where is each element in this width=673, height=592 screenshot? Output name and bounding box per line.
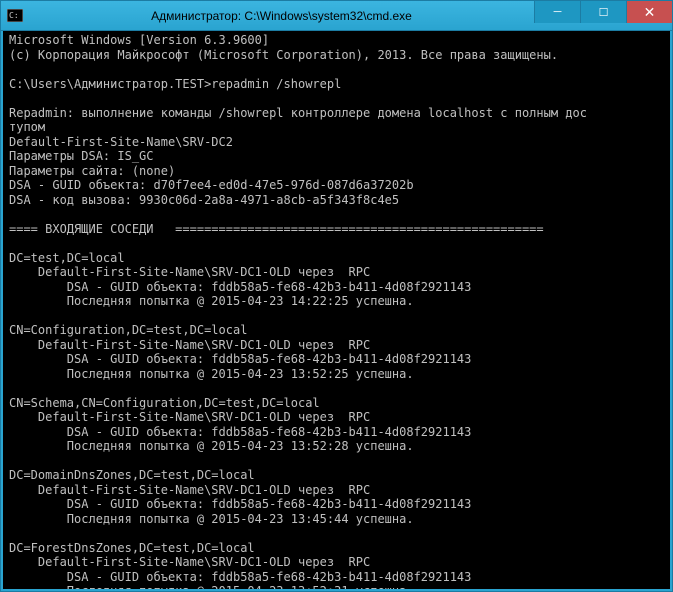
window-controls: ─ ☐ ✕ [534, 1, 672, 23]
close-button[interactable]: ✕ [626, 1, 672, 23]
console-output[interactable]: Microsoft Windows [Version 6.3.9600] (c)… [1, 31, 672, 591]
cmd-icon: C: [1, 9, 29, 22]
maximize-button[interactable]: ☐ [580, 1, 626, 23]
minimize-button[interactable]: ─ [534, 1, 580, 23]
svg-text:C:: C: [9, 11, 19, 20]
cmd-window: C: Администратор: C:\Windows\system32\cm… [0, 0, 673, 592]
window-title: Администратор: C:\Windows\system32\cmd.e… [29, 9, 534, 23]
titlebar[interactable]: C: Администратор: C:\Windows\system32\cm… [1, 1, 672, 31]
